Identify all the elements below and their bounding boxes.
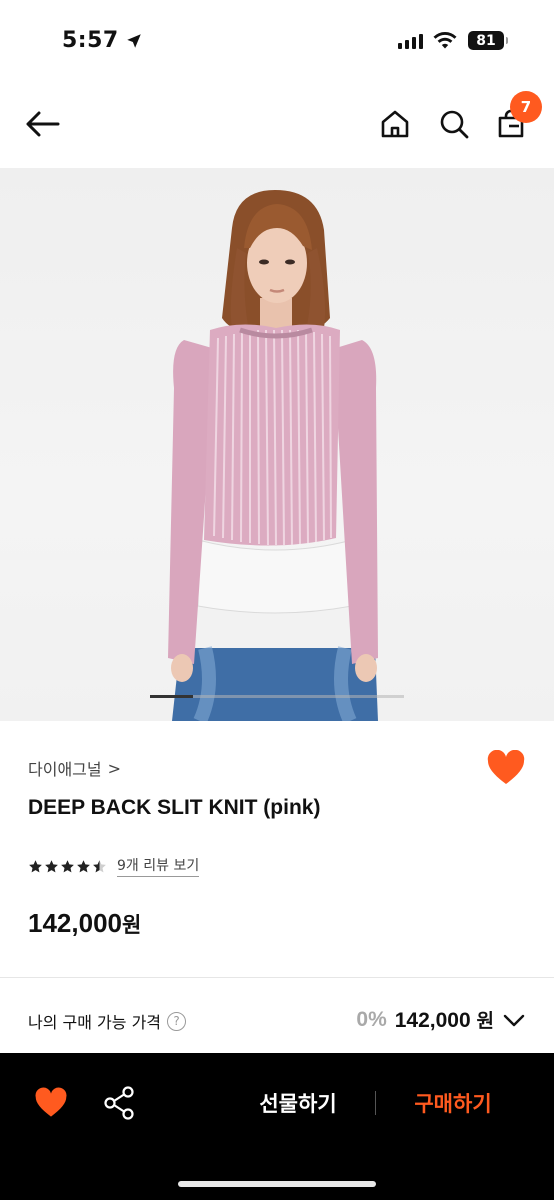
gift-button[interactable]: 선물하기	[238, 1088, 358, 1118]
wifi-icon	[433, 31, 457, 49]
my-price-label: 나의 구매 가능 가격 ?	[28, 1009, 187, 1033]
status-bar: 5:57 81	[0, 0, 554, 80]
star-rating	[28, 859, 107, 874]
chevron-right-icon: >	[107, 758, 122, 778]
status-time: 5:57	[62, 28, 143, 53]
home-indicator	[178, 1181, 376, 1187]
rating-row: 9개 리뷰 보기	[28, 855, 200, 877]
cellular-signal-icon	[398, 33, 423, 49]
star-icon	[61, 859, 74, 872]
carousel-progress-fill	[150, 695, 194, 698]
location-arrow-icon	[126, 33, 141, 48]
wishlist-heart-icon[interactable]	[34, 1087, 68, 1119]
product-title: DEEP BACK SLIT KNIT (pink)	[28, 796, 321, 819]
button-separator	[375, 1091, 376, 1115]
product-photo	[168, 190, 378, 721]
cart-count-badge: 7	[510, 91, 542, 123]
star-icon	[45, 859, 58, 872]
search-button[interactable]	[434, 104, 474, 144]
section-divider	[0, 977, 554, 978]
battery-indicator: 81	[468, 31, 508, 50]
star-icon	[29, 859, 42, 872]
chevron-down-icon	[503, 1014, 525, 1026]
arrow-left-icon	[26, 111, 60, 137]
discount-percent: 0%	[356, 1007, 387, 1031]
buy-button[interactable]: 구매하기	[393, 1088, 513, 1118]
search-icon	[440, 110, 469, 139]
product-price: 142,000원	[28, 908, 142, 938]
back-button[interactable]	[22, 104, 62, 144]
bottom-action-bar: 선물하기 구매하기	[0, 1053, 554, 1200]
help-icon[interactable]: ?	[167, 1011, 187, 1031]
home-icon	[381, 110, 409, 138]
product-image-carousel[interactable]	[0, 168, 554, 721]
top-nav	[0, 80, 554, 168]
star-icon	[77, 859, 90, 872]
home-button[interactable]	[375, 104, 415, 144]
review-link[interactable]: 9개 리뷰 보기	[117, 855, 200, 877]
heart-icon[interactable]	[486, 750, 526, 786]
my-price-toggle[interactable]: 0% 142,000 원	[356, 1006, 526, 1033]
half-star-icon	[93, 859, 106, 872]
my-price-value: 142,000 원	[394, 1009, 494, 1032]
share-icon[interactable]	[103, 1086, 135, 1120]
brand-link[interactable]: 다이애그널 >	[28, 756, 121, 780]
carousel-progress	[150, 695, 404, 698]
